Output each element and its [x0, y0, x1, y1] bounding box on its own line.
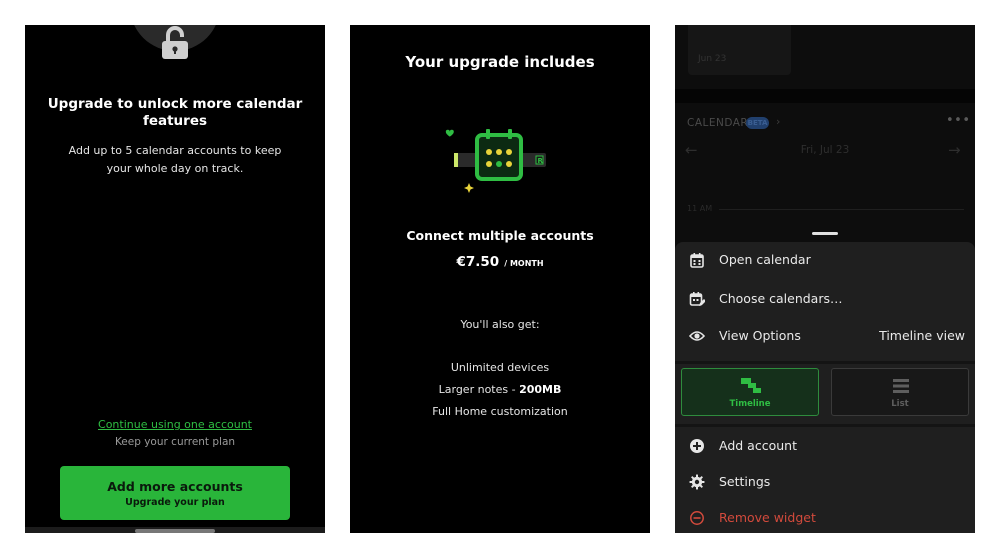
feature-item: Unlimited devices: [350, 361, 650, 374]
time-label: 11 AM: [687, 204, 713, 213]
add-account-label: Add account: [719, 438, 797, 453]
settings-label: Settings: [719, 474, 771, 489]
feature-item: Full Home customization: [350, 405, 650, 418]
add-circle-icon: [690, 439, 704, 453]
remove-widget-item[interactable]: Remove widget: [675, 500, 975, 533]
upgrade-includes-screen: Your upgrade includes R Connect multiple…: [350, 25, 650, 533]
svg-text:R: R: [538, 157, 544, 165]
choose-calendars-label: Choose calendars…: [719, 291, 843, 306]
timeline-icon: [741, 378, 761, 393]
arrow-right-icon: →: [948, 141, 961, 159]
continue-one-account-link[interactable]: Continue using one account: [25, 418, 325, 431]
calendar-date: Fri, Jul 23: [800, 144, 850, 156]
settings-item[interactable]: Settings: [675, 464, 975, 500]
keep-plan-text: Keep your current plan: [114, 436, 236, 448]
lock-icon: [162, 26, 188, 59]
calendar-accounts-illustration: R: [445, 129, 546, 193]
widget-separator: [675, 89, 975, 103]
calendar-widget-label: CALENDAR: [687, 117, 749, 129]
list-label: List: [891, 399, 909, 409]
calendar-icon: [690, 253, 704, 268]
upgrade-plan-label: Upgrade your plan: [125, 497, 225, 508]
timeline-label: Timeline: [729, 399, 771, 409]
section-divider: [675, 424, 975, 427]
upgrade-subtitle: Add up to 5 calendar accounts to keep yo…: [68, 144, 282, 175]
list-view-button[interactable]: List: [831, 368, 969, 416]
add-account-item[interactable]: Add account: [675, 428, 975, 464]
includes-title: Your upgrade includes: [405, 53, 595, 71]
widget-options-sheet: Open calendar Choose calendars… View Opt…: [675, 242, 975, 533]
view-options-label: View Options: [719, 328, 801, 343]
feature-title: Connect multiple accounts: [406, 228, 594, 243]
background-date-card: [688, 25, 791, 75]
open-calendar-item[interactable]: Open calendar: [675, 242, 975, 278]
remove-widget-label: Remove widget: [719, 510, 816, 525]
view-options-value: Timeline view: [879, 328, 965, 343]
background-card-date: Jun 23: [698, 54, 727, 64]
remove-circle-icon: [690, 511, 704, 525]
chevron-right-icon: ›: [776, 115, 781, 128]
list-icon: [893, 379, 909, 393]
sheet-drag-handle[interactable]: [812, 232, 838, 235]
upgrade-title: Upgrade to unlock more calendar features: [47, 96, 303, 129]
gear-icon: [689, 474, 705, 490]
more-options-icon: •••: [946, 113, 971, 128]
upgrade-screen: Upgrade to unlock more calendar features…: [25, 25, 325, 533]
also-get-heading: You'll also get:: [460, 318, 540, 331]
open-calendar-label: Open calendar: [719, 252, 811, 267]
timeline-view-button[interactable]: Timeline: [681, 368, 819, 416]
timeline-line: [719, 209, 964, 210]
feature-text: Larger notes -: [438, 383, 520, 396]
beta-badge: BETA: [746, 117, 769, 129]
section-divider: [675, 361, 975, 364]
feature-highlight: 200MB: [519, 383, 562, 396]
price: €7.50 / MONTH: [350, 251, 650, 270]
choose-calendars-item[interactable]: Choose calendars…: [675, 281, 975, 317]
feature-text: Unlimited devices: [450, 361, 550, 374]
feature-item: Larger notes - 200MB: [350, 383, 650, 396]
home-gesture-handle[interactable]: [135, 529, 215, 533]
price-amount: €7.50: [456, 254, 500, 270]
eye-icon: [689, 331, 705, 341]
view-options-item[interactable]: View Options Timeline view: [675, 318, 975, 354]
add-more-accounts-label: Add more accounts: [107, 479, 243, 494]
widget-options-screen: Jun 23 CALENDAR BETA › ••• ← Fri, Jul 23…: [675, 25, 975, 533]
feature-text: Full Home customization: [432, 405, 568, 418]
add-more-accounts-button[interactable]: Add more accounts Upgrade your plan: [60, 466, 290, 520]
calendar-edit-icon: [689, 292, 705, 306]
price-unit: / MONTH: [504, 259, 544, 268]
